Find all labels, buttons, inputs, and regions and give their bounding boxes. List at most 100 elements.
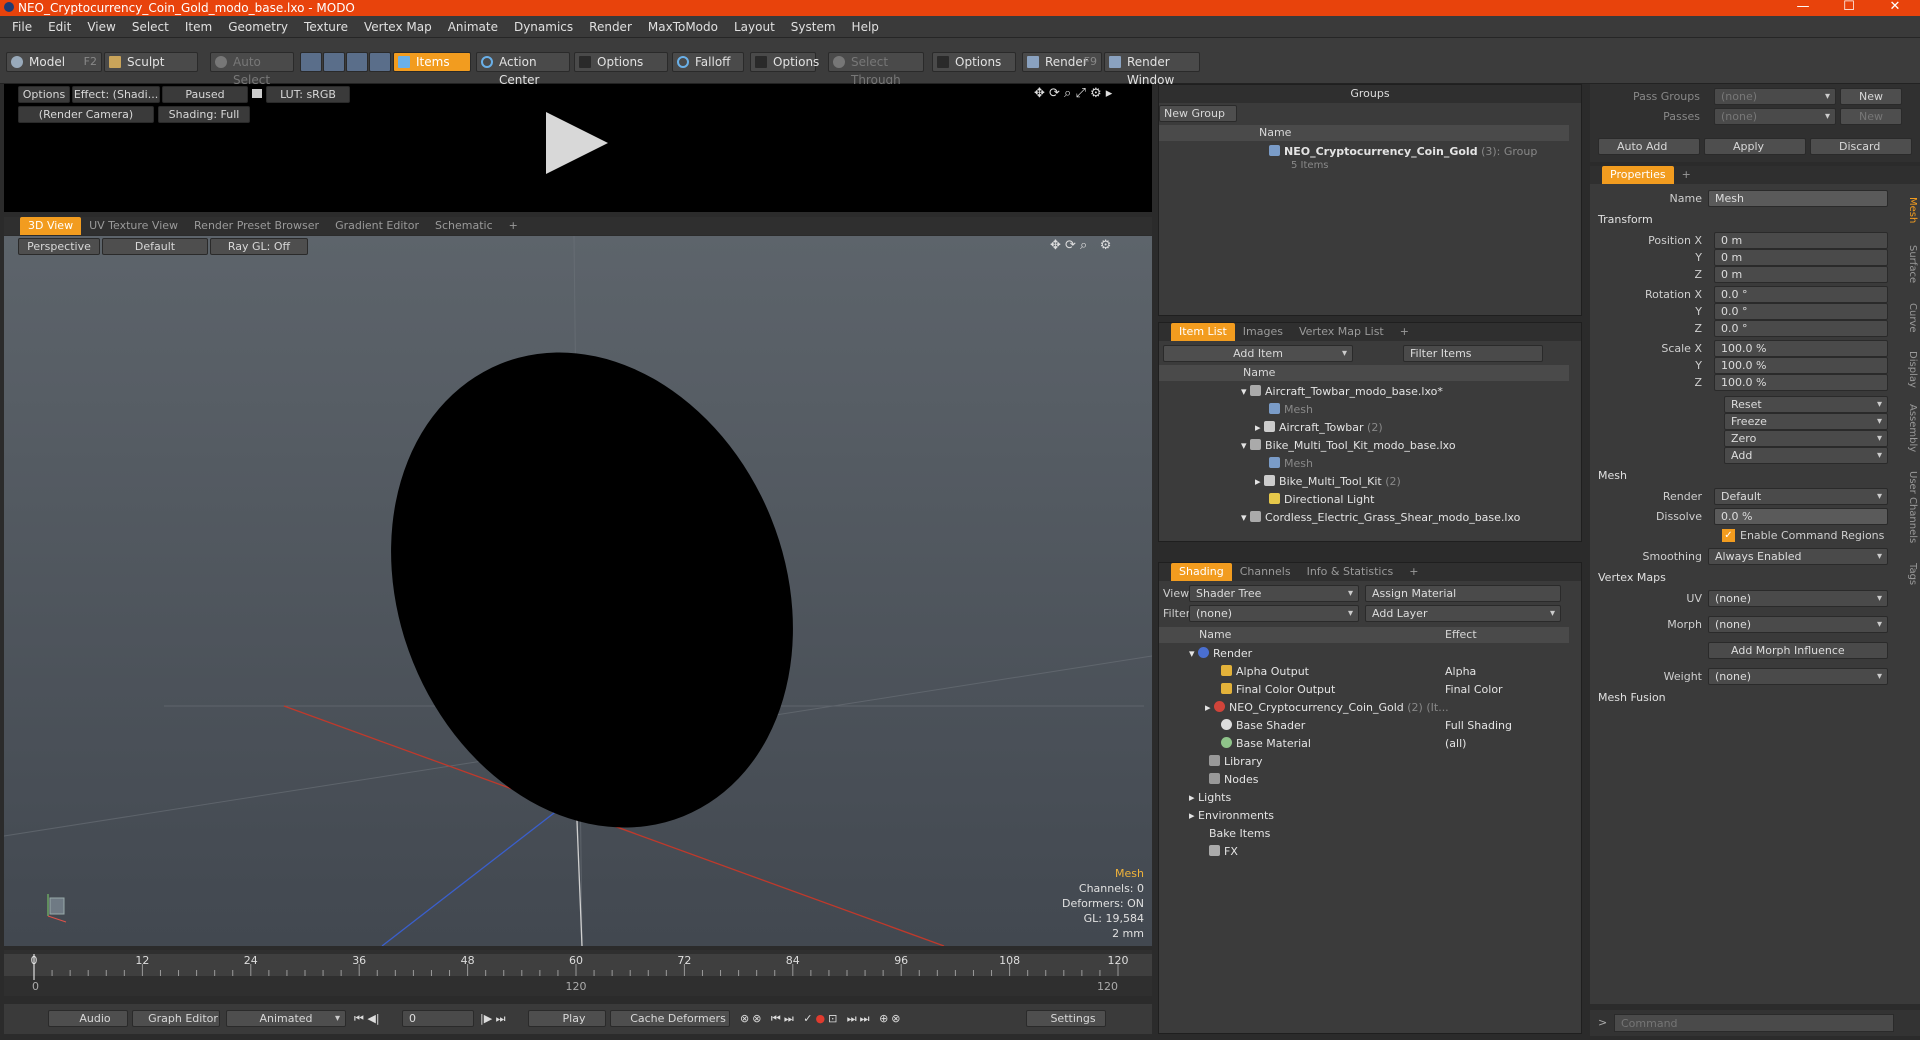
auto-add-button[interactable]: Auto Add xyxy=(1598,138,1700,155)
add-morph-influence-button[interactable]: Add Morph Influence xyxy=(1708,642,1888,659)
dissolve-field[interactable]: 0.0 % xyxy=(1714,508,1888,525)
menu-item[interactable]: Item xyxy=(177,16,220,38)
shader-row[interactable]: ▾ Render xyxy=(1189,645,1252,663)
tab-item-list[interactable]: Item List xyxy=(1171,323,1235,341)
list-item[interactable]: ▸ Bike_Multi_Tool_Kit (2) xyxy=(1255,473,1401,491)
tab-gradient-editor[interactable]: Gradient Editor xyxy=(327,217,427,235)
scale-x-field[interactable]: 100.0 % xyxy=(1714,340,1888,357)
timeline[interactable]: 012243648607284961081200120120 xyxy=(4,950,1152,996)
view-dropdown[interactable]: Shader Tree xyxy=(1189,585,1359,602)
tab-render-preset-browser[interactable]: Render Preset Browser xyxy=(186,217,327,235)
effect-dropdown[interactable]: Effect: (Shadi... xyxy=(72,86,160,103)
paused-button[interactable]: Paused xyxy=(162,86,248,103)
shading-dropdown[interactable]: Shading: Full xyxy=(158,106,250,123)
new-group-button[interactable]: New Group xyxy=(1159,105,1237,122)
preview-nav-icons[interactable]: ✥ ⟳ ⌕ ⤢ ⚙ ▸ xyxy=(1034,86,1112,101)
menu-render[interactable]: Render xyxy=(581,16,640,38)
shader-effect[interactable]: Final Color xyxy=(1445,681,1503,699)
tab-info-statistics[interactable]: Info & Statistics xyxy=(1299,563,1402,581)
scale-z-field[interactable]: 100.0 % xyxy=(1714,374,1888,391)
add-layer-dropdown[interactable]: Add Layer xyxy=(1365,605,1561,622)
add-tab-button[interactable]: + xyxy=(1392,323,1417,341)
select-through-button[interactable]: Select Through xyxy=(828,52,924,87)
morph-dropdown[interactable]: (none) xyxy=(1708,616,1888,633)
items-mode-button[interactable]: Items xyxy=(393,52,471,72)
close-button[interactable]: ✕ xyxy=(1872,0,1918,16)
menu-edit[interactable]: Edit xyxy=(40,16,79,38)
shader-effect[interactable]: (all) xyxy=(1445,735,1466,753)
side-tab-user-channels[interactable]: User Channels xyxy=(1904,462,1918,552)
tab-3d-view[interactable]: 3D View xyxy=(20,217,82,235)
transport-prev-icons[interactable]: ⏮ ◀| xyxy=(354,1012,380,1026)
minimize-button[interactable]: — xyxy=(1780,0,1826,16)
rotation-y-field[interactable]: 0.0 ° xyxy=(1714,303,1888,320)
material-select-icon[interactable] xyxy=(369,52,391,72)
shader-effect[interactable]: Full Shading xyxy=(1445,717,1512,735)
list-item[interactable]: ▸ Aircraft_Towbar (2) xyxy=(1255,419,1383,437)
zero-dropdown[interactable]: Zero xyxy=(1724,430,1888,447)
add-dropdown[interactable]: Add xyxy=(1724,447,1888,464)
tab-shading[interactable]: Shading xyxy=(1171,563,1232,581)
list-item[interactable]: Mesh xyxy=(1269,401,1313,419)
freeze-dropdown[interactable]: Freeze xyxy=(1724,413,1888,430)
position-y-field[interactable]: 0 m xyxy=(1714,249,1888,266)
shader-row[interactable]: Bake Items xyxy=(1209,825,1270,843)
command-input[interactable] xyxy=(1614,1014,1894,1032)
menu-system[interactable]: System xyxy=(783,16,844,38)
list-item[interactable]: Mesh xyxy=(1269,455,1313,473)
tab-images[interactable]: Images xyxy=(1235,323,1291,341)
mesh-fusion-section[interactable]: Mesh Fusion xyxy=(1598,690,1666,706)
rotation-x-field[interactable]: 0.0 ° xyxy=(1714,286,1888,303)
menu-file[interactable]: File xyxy=(0,16,40,38)
lut-dropdown[interactable]: LUT: sRGB xyxy=(266,86,350,103)
uv-dropdown[interactable]: (none) xyxy=(1708,590,1888,607)
shader-row[interactable]: ▸ Lights xyxy=(1189,789,1231,807)
vertex-select-icon[interactable] xyxy=(300,52,322,72)
settings-button[interactable]: Settings xyxy=(1026,1010,1106,1027)
shader-row[interactable]: Alpha Output Alpha xyxy=(1221,663,1561,681)
maximize-button[interactable]: ☐ xyxy=(1826,0,1872,16)
list-item[interactable]: ▾ Cordless_Electric_Grass_Shear_modo_bas… xyxy=(1241,509,1520,527)
model-mode-button[interactable]: Model F2 xyxy=(6,52,102,72)
render-button[interactable]: Render F9 xyxy=(1022,52,1102,72)
menu-select[interactable]: Select xyxy=(124,16,177,38)
scale-y-field[interactable]: 100.0 % xyxy=(1714,357,1888,374)
reset-dropdown[interactable]: Reset xyxy=(1724,396,1888,413)
list-item[interactable]: Directional Light xyxy=(1269,491,1374,509)
shader-row[interactable]: ▸ NEO_Cryptocurrency_Coin_Gold (2) (It..… xyxy=(1205,699,1561,717)
render-dropdown[interactable]: Default xyxy=(1714,488,1888,505)
pass-groups-dropdown[interactable]: (none) xyxy=(1714,88,1836,105)
side-tab-tags[interactable]: Tags xyxy=(1904,556,1918,592)
frame-field[interactable]: 0 xyxy=(402,1010,474,1027)
passes-dropdown[interactable]: (none) xyxy=(1714,108,1836,125)
timeline-ruler[interactable]: 012243648607284961081200120120 xyxy=(4,950,1152,996)
audio-button[interactable]: Audio xyxy=(48,1010,128,1027)
cache-deformers-button[interactable]: Cache Deformers xyxy=(610,1010,730,1027)
menu-vertex-map[interactable]: Vertex Map xyxy=(356,16,440,38)
menu-help[interactable]: Help xyxy=(844,16,887,38)
side-tab-surface[interactable]: Surface xyxy=(1904,236,1918,292)
side-tab-mesh[interactable]: Mesh xyxy=(1904,190,1918,230)
shader-row[interactable]: FX xyxy=(1209,843,1238,861)
add-tab-button[interactable]: + xyxy=(501,217,526,235)
filter-dropdown[interactable]: (none) xyxy=(1189,605,1359,622)
edge-select-icon[interactable] xyxy=(323,52,345,72)
shader-row[interactable]: Base Shader Full Shading xyxy=(1221,717,1561,735)
menu-texture[interactable]: Texture xyxy=(296,16,356,38)
mesh-section[interactable]: Mesh xyxy=(1598,468,1627,484)
menu-view[interactable]: View xyxy=(79,16,123,38)
render-camera-dropdown[interactable]: (Render Camera) xyxy=(18,106,154,123)
assign-material-button[interactable]: Assign Material xyxy=(1365,585,1561,602)
add-tab-button[interactable]: + xyxy=(1674,166,1699,184)
falloff-options-button[interactable]: Options xyxy=(750,52,819,72)
action-center-button[interactable]: Action Center xyxy=(476,52,570,87)
play-button[interactable]: Play xyxy=(528,1010,606,1027)
graph-editor-button[interactable]: Graph Editor xyxy=(132,1010,220,1027)
tab-properties[interactable]: Properties xyxy=(1602,166,1674,184)
filter-items-input[interactable]: Filter Items xyxy=(1403,345,1543,362)
position-x-field[interactable]: 0 m xyxy=(1714,232,1888,249)
smoothing-dropdown[interactable]: Always Enabled xyxy=(1708,548,1888,565)
tab-vertex-map-list[interactable]: Vertex Map List xyxy=(1291,323,1392,341)
auto-select-button[interactable]: Auto Select xyxy=(210,52,294,87)
polygon-select-icon[interactable] xyxy=(346,52,368,72)
